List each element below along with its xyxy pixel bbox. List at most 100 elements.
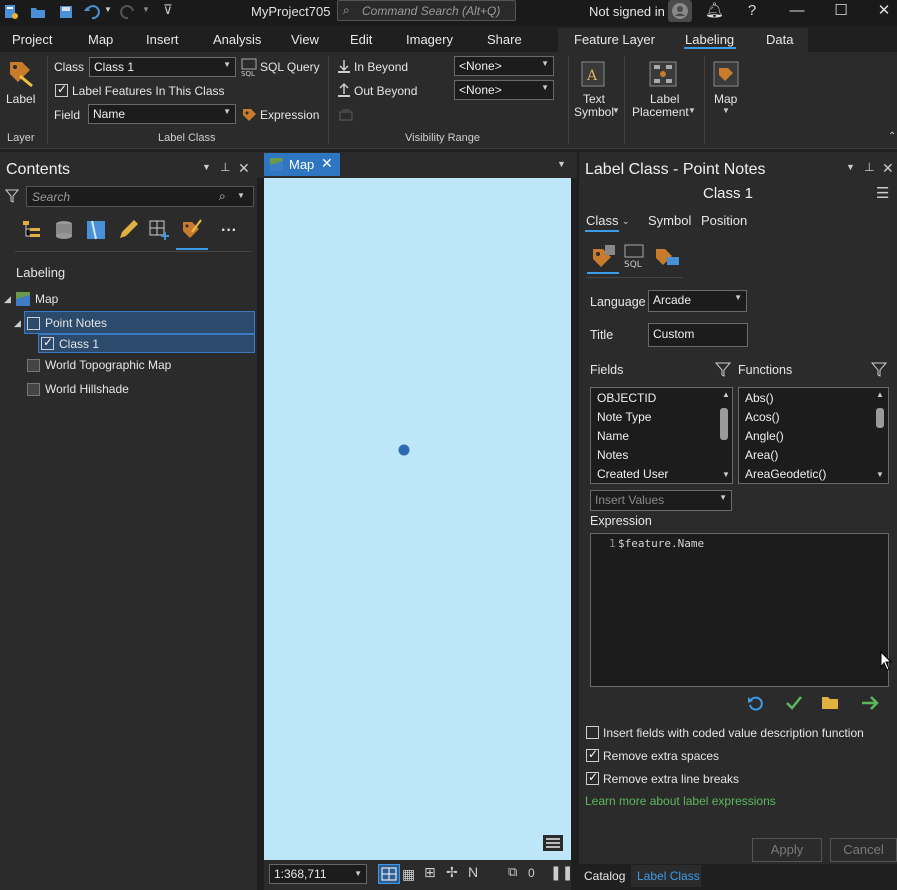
menu-hamburger-icon[interactable]: ☰ <box>876 184 889 202</box>
tree-item-point-notes[interactable]: Point Notes <box>45 316 107 330</box>
list-by-data-source-icon[interactable] <box>52 218 76 242</box>
expression-tab-icon[interactable] <box>589 241 617 269</box>
tab-catalog[interactable]: Catalog <box>584 869 625 883</box>
remove-line-breaks-label[interactable]: Remove extra line breaks <box>603 772 739 786</box>
field-item[interactable]: Notes <box>597 448 628 462</box>
list-by-drawing-order-icon[interactable] <box>20 218 44 242</box>
pane-options-chevron-icon[interactable]: ▼ <box>202 162 211 172</box>
field-item[interactable]: Name <box>597 429 629 443</box>
pin-icon[interactable]: ⊥ <box>220 160 230 174</box>
tab-labeling[interactable]: Labeling <box>685 32 734 47</box>
hillshade-checkbox[interactable] <box>27 383 40 396</box>
list-by-editing-icon[interactable] <box>116 218 140 242</box>
undo-icon[interactable] <box>83 3 101 21</box>
label-placement-label-1[interactable]: Label <box>650 92 679 106</box>
view-list-chevron-icon[interactable]: ▼ <box>557 159 566 169</box>
function-item[interactable]: Area() <box>745 448 778 462</box>
map-labeling-icon[interactable] <box>712 60 740 88</box>
fixed-zoom-icon[interactable]: ⊞ <box>424 864 436 881</box>
topographic-checkbox[interactable] <box>27 359 40 372</box>
scroll-down-icon[interactable]: ▼ <box>876 470 884 479</box>
tab-project[interactable]: Project <box>12 32 52 47</box>
learn-more-link[interactable]: Learn more about label expressions <box>585 794 776 808</box>
fields-filter-icon[interactable] <box>714 361 732 377</box>
tab-imagery[interactable]: Imagery <box>406 32 453 47</box>
text-symbol-icon[interactable]: A <box>580 60 606 88</box>
visibility-tab-icon[interactable] <box>653 243 681 269</box>
sign-in-status[interactable]: Not signed in <box>589 4 665 19</box>
pin-icon[interactable]: ⊥ <box>864 160 874 174</box>
list-by-labeling-icon[interactable] <box>179 216 203 240</box>
tab-edit[interactable]: Edit <box>350 32 372 47</box>
tab-view[interactable]: View <box>291 32 319 47</box>
cancel-button[interactable]: Cancel <box>830 838 897 862</box>
title-input[interactable]: Custom <box>648 323 748 347</box>
verify-expression-icon[interactable] <box>784 693 804 713</box>
pause-drawing-icon[interactable]: ❚❚ <box>550 864 573 881</box>
coded-value-checkbox[interactable] <box>586 726 599 739</box>
coded-value-label[interactable]: Insert fields with coded value descripti… <box>603 726 864 740</box>
field-item[interactable]: OBJECTID <box>597 391 656 405</box>
map-button[interactable]: Map <box>714 92 737 106</box>
subtab-class[interactable]: Class <box>586 213 619 228</box>
north-arrow-icon[interactable]: N <box>468 864 478 880</box>
language-dropdown[interactable]: Arcade ▼ <box>648 290 747 312</box>
field-dropdown[interactable]: Name ▼ <box>88 104 236 124</box>
in-beyond-button[interactable]: In Beyond <box>354 60 408 74</box>
close-tab-icon[interactable]: ✕ <box>321 155 333 172</box>
redo-dropdown-icon[interactable]: ▼ <box>142 5 150 14</box>
function-item[interactable]: Abs() <box>745 391 774 405</box>
point-notes-visibility-checkbox[interactable] <box>27 317 40 330</box>
class-dropdown[interactable]: Class 1 ▼ <box>89 57 236 77</box>
functions-list[interactable]: Abs() Acos() Angle() Area() AreaGeodetic… <box>738 387 889 484</box>
apply-button[interactable]: Apply <box>752 838 822 862</box>
tree-item-world-topographic[interactable]: World Topographic Map <box>45 358 171 372</box>
tree-item-class1[interactable]: Class 1 <box>59 337 99 351</box>
notifications-bell-icon[interactable]: 🔔︎ <box>705 2 724 20</box>
expand-arrow-icon[interactable]: ◢ <box>4 294 11 305</box>
function-item[interactable]: AreaGeodetic() <box>745 467 826 481</box>
class1-checkbox[interactable] <box>41 335 54 350</box>
label-features-checkbox[interactable] <box>55 82 68 97</box>
tab-label-class[interactable]: Label Class <box>637 869 700 883</box>
out-beyond-scale-dropdown[interactable]: <None> ▼ <box>454 80 554 100</box>
tree-item-world-hillshade[interactable]: World Hillshade <box>45 382 129 396</box>
open-project-icon[interactable] <box>29 3 47 21</box>
scroll-up-icon[interactable]: ▲ <box>876 390 884 399</box>
chevron-down-icon[interactable]: ▼ <box>237 191 245 200</box>
functions-filter-icon[interactable] <box>870 361 888 377</box>
label-tag-icon[interactable] <box>4 56 36 90</box>
collapse-ribbon-icon[interactable]: ⌃ <box>888 131 896 142</box>
customize-toolbar-icon[interactable]: ⊽ <box>163 2 173 18</box>
map-view-tab[interactable]: Map ✕ <box>264 153 340 176</box>
table-grid-icon[interactable]: ▦ <box>402 866 415 883</box>
tab-insert[interactable]: Insert <box>146 32 179 47</box>
out-beyond-button[interactable]: Out Beyond <box>354 84 417 98</box>
undo-dropdown-icon[interactable]: ▼ <box>104 5 112 14</box>
close-pane-icon[interactable]: ✕ <box>238 160 250 177</box>
remove-spaces-checkbox[interactable] <box>586 747 599 762</box>
in-beyond-scale-dropdown[interactable]: <None> ▼ <box>454 56 554 76</box>
tab-share[interactable]: Share <box>487 32 522 47</box>
expression-editor[interactable]: 1 $feature.Name <box>590 533 889 687</box>
expression-button[interactable]: Expression <box>260 108 319 122</box>
tab-map[interactable]: Map <box>88 32 113 47</box>
help-button[interactable]: ? <box>743 2 761 20</box>
reset-expression-icon[interactable] <box>746 693 766 713</box>
in-beyond-icon[interactable] <box>336 58 352 74</box>
list-by-selection-icon[interactable] <box>84 218 108 242</box>
maximize-icon[interactable]: ☐ <box>832 2 850 20</box>
snapping-icon[interactable]: ✢ <box>446 864 458 881</box>
chevron-down-icon[interactable]: ▼ <box>688 106 696 115</box>
scale-dropdown[interactable]: 1:368,711 ▼ <box>269 864 367 884</box>
label-features-label[interactable]: Label Features In This Class <box>72 84 225 98</box>
attribute-table-icon[interactable] <box>542 834 564 854</box>
text-symbol-label-1[interactable]: Text <box>583 92 605 106</box>
redo-icon[interactable] <box>119 3 137 21</box>
open-expression-folder-icon[interactable] <box>821 694 841 712</box>
field-item[interactable]: Note Type <box>597 410 651 424</box>
tree-item-map[interactable]: Map <box>35 292 58 306</box>
tab-analysis[interactable]: Analysis <box>213 32 261 47</box>
field-item[interactable]: Created User <box>597 467 668 481</box>
close-window-icon[interactable]: ✕ <box>875 2 893 20</box>
